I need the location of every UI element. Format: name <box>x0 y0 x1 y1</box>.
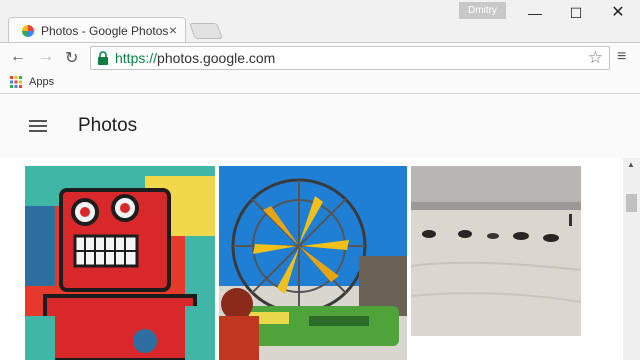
photo-grid <box>0 158 623 360</box>
address-bar-url: https://photos.google.com <box>115 50 275 66</box>
apps-grid-icon[interactable] <box>10 76 22 88</box>
page-scrollbar[interactable]: ▲ <box>623 158 640 360</box>
page-title: Photos <box>78 115 138 136</box>
robot-poster-photo[interactable] <box>25 166 215 360</box>
browser-toolbar: ← → ↻ https://photos.google.com ☆ ≡ <box>0 42 640 72</box>
browser-tab-photos[interactable]: Photos - Google Photos × <box>8 17 186 43</box>
browser-titlebar: Photos - Google Photos × Dmitry — ☐ ✕ <box>0 0 640 43</box>
profile-button[interactable]: Dmitry <box>459 2 506 19</box>
tab-title: Photos - Google Photos <box>41 24 169 38</box>
ferris-wheel-art-car-photo[interactable] <box>219 166 407 360</box>
hamburger-menu-icon[interactable] <box>29 120 47 132</box>
google-photos-favicon-icon <box>22 25 34 37</box>
art-car-windmill-icon <box>219 166 407 360</box>
browser-menu-icon[interactable]: ≡ <box>617 48 626 66</box>
new-tab-button[interactable] <box>189 23 223 39</box>
bookmarks-bar: Apps <box>0 72 640 94</box>
bookmark-star-icon[interactable]: ☆ <box>588 48 603 68</box>
scroll-thumb[interactable] <box>626 194 637 212</box>
photos-app-header: Photos <box>0 94 640 158</box>
scroll-up-arrow-icon[interactable]: ▲ <box>627 160 635 169</box>
lock-icon <box>98 51 108 65</box>
back-arrow-icon[interactable]: ← <box>10 48 26 66</box>
tab-close-icon[interactable]: × <box>169 22 177 38</box>
window-close-button[interactable]: ✕ <box>603 4 633 22</box>
url-scheme: https:// <box>115 50 158 66</box>
window-minimize-button[interactable]: — <box>520 4 550 22</box>
reload-icon[interactable]: ↻ <box>65 48 78 68</box>
address-bar[interactable]: https://photos.google.com ☆ <box>90 46 610 70</box>
url-host: photos.google.com <box>157 50 276 66</box>
window-maximize-button[interactable]: ☐ <box>561 4 591 22</box>
dog-sled-snow-photo[interactable] <box>411 166 581 336</box>
dogs-on-snow-icon <box>411 166 581 336</box>
robot-illustration-icon <box>25 166 215 360</box>
forward-arrow-icon[interactable]: → <box>38 48 54 66</box>
apps-bookmark-label[interactable]: Apps <box>29 76 54 88</box>
